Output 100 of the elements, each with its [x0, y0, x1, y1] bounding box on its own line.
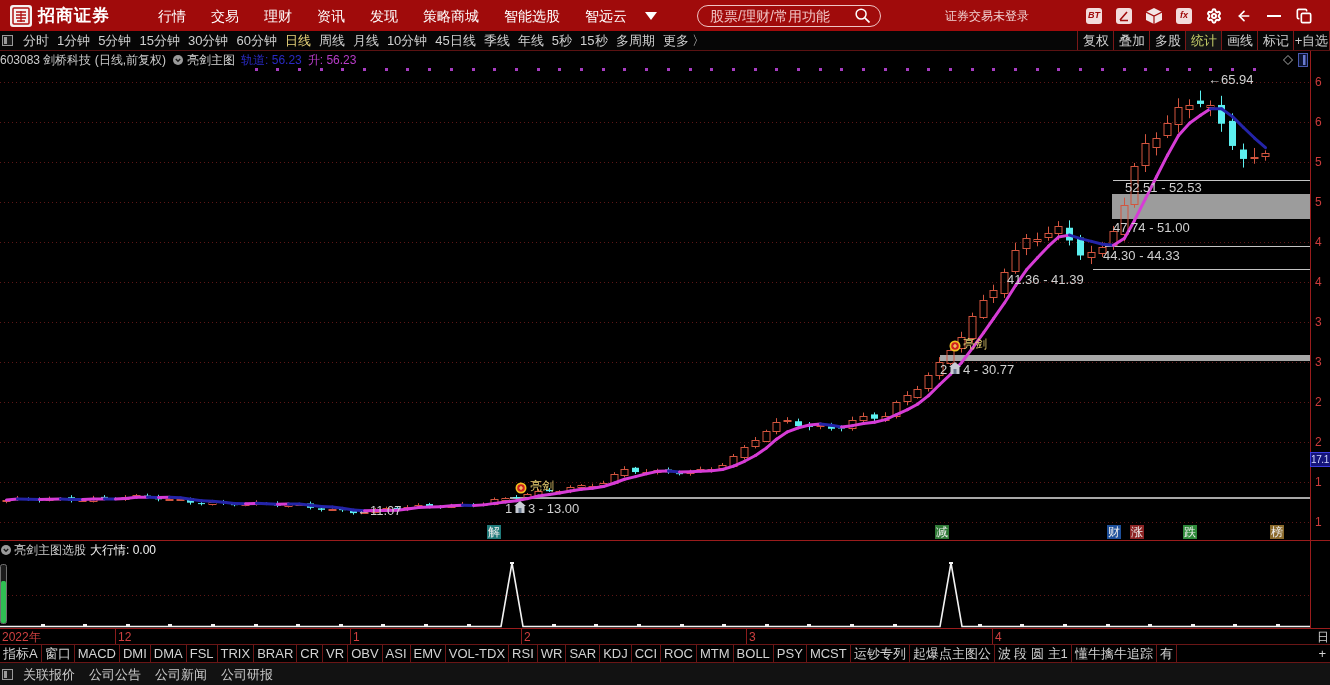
date-label: 2022年: [2, 630, 41, 644]
indicator-tab[interactable]: DMA: [150, 645, 187, 662]
period-tab[interactable]: 5分钟: [98, 34, 132, 47]
period-tab[interactable]: 月线: [352, 34, 379, 47]
gauge-icon: [0, 564, 7, 624]
panel-toggle-icon[interactable]: [1298, 52, 1308, 67]
chart-tool-tab[interactable]: 画线: [1222, 31, 1258, 50]
indicator-tab[interactable]: SAR: [566, 645, 601, 662]
indicator-tab[interactable]: 起爆点主图公: [909, 645, 995, 662]
period-tab[interactable]: 年线: [517, 34, 544, 47]
period-tab[interactable]: 15分钟: [139, 34, 180, 47]
indicator-tab[interactable]: 窗口: [41, 645, 75, 662]
diamond-icon[interactable]: [1283, 54, 1293, 65]
indicator-tab[interactable]: 波 段 圆 主1: [994, 645, 1072, 662]
panel-toggle-icon[interactable]: [2, 35, 13, 46]
info-link[interactable]: 公司新闻: [155, 667, 207, 681]
chart-tool-tab[interactable]: 标记: [1258, 31, 1294, 50]
tile-button[interactable]: BT: [1086, 7, 1102, 24]
signal-label: 3 - 13.00: [528, 502, 580, 515]
indicator-tab[interactable]: MACD: [74, 645, 120, 662]
event-tag: 财: [1107, 525, 1121, 539]
period-tab[interactable]: 30分钟: [187, 34, 229, 47]
pen-button[interactable]: [1116, 7, 1132, 24]
menu-item[interactable]: 理财: [264, 8, 292, 23]
signal-tag: 亮剑: [530, 480, 554, 493]
restore-button[interactable]: [1296, 7, 1312, 24]
indicator-tab[interactable]: BRAR: [254, 645, 298, 662]
period-tab[interactable]: 15秒: [580, 34, 608, 47]
house-icon: [514, 501, 526, 513]
indicator-tab[interactable]: 有: [1156, 645, 1177, 662]
indicator-tab[interactable]: WR: [537, 645, 567, 662]
indicator-tab[interactable]: FSL: [186, 645, 218, 662]
indicator-tab[interactable]: VR: [323, 645, 349, 662]
menu-item[interactable]: 智远云: [585, 8, 627, 23]
add-tab-button[interactable]: +: [1316, 645, 1328, 662]
indicator-tab[interactable]: VOL-TDX: [445, 645, 510, 662]
indicator-reading: 大行情: 0.00: [90, 543, 157, 556]
collapse-icon[interactable]: [173, 54, 184, 65]
axis-label: 3: [1314, 354, 1323, 370]
indicator-tab[interactable]: 运钞专列: [850, 645, 910, 662]
period-tab[interactable]: 60分钟: [236, 34, 277, 47]
collapse-icon[interactable]: [1, 544, 11, 555]
signal-label: 1: [505, 502, 513, 515]
indicator-tab[interactable]: TRIX: [217, 645, 255, 662]
period-tab[interactable]: 1分钟: [57, 34, 91, 47]
chart-tool-tab[interactable]: 叠加: [1114, 31, 1150, 50]
period-tab[interactable]: 分时: [23, 34, 49, 47]
axis-label: 6: [1314, 114, 1323, 130]
axis-label: 3: [1314, 314, 1323, 330]
indicator-value: 轨道: 56.23: [241, 53, 302, 66]
indicator-tab[interactable]: 懂牛擒牛追踪: [1071, 645, 1157, 662]
period-tab[interactable]: 更多 〉: [662, 34, 706, 47]
indicator-tab[interactable]: PSY: [773, 645, 807, 662]
search-icon: [855, 8, 870, 23]
indicator-tab[interactable]: DMI: [119, 645, 151, 662]
signal-label: 4 - 30.77: [963, 363, 1015, 376]
info-link[interactable]: 关联报价: [23, 667, 75, 681]
indicator-tab[interactable]: MTM: [697, 645, 734, 662]
indicator-tab[interactable]: MCST: [806, 645, 851, 662]
caret-icon: [645, 11, 657, 20]
period-tab[interactable]: 45日线: [435, 34, 476, 47]
high-price-label: ←65.94: [1208, 73, 1254, 86]
menu-item[interactable]: 策略商城: [423, 8, 479, 23]
indicator-value: 升: 56.23: [307, 53, 357, 66]
menu-item[interactable]: 发现: [370, 8, 398, 23]
info-link[interactable]: 公司研报: [221, 667, 273, 681]
indicator-tab[interactable]: ASI: [382, 645, 411, 662]
panel-toggle-icon[interactable]: [2, 668, 13, 680]
period-tab[interactable]: 多周期: [615, 34, 655, 47]
cube-button[interactable]: [1146, 7, 1162, 24]
axis-label: 4: [1314, 274, 1323, 290]
period-tab[interactable]: 10分钟: [386, 34, 428, 47]
period-tab[interactable]: 周线: [318, 34, 345, 47]
indicator-tab[interactable]: CR: [297, 645, 324, 662]
indicator-tab[interactable]: OBV: [348, 645, 383, 662]
period-tab[interactable]: 5秒: [551, 34, 573, 47]
menu-item[interactable]: 行情: [158, 8, 186, 23]
menu-item[interactable]: 智能选股: [504, 8, 560, 23]
settings-button[interactable]: [1206, 7, 1222, 24]
event-tag: 榜: [1270, 525, 1284, 539]
indicator-tab[interactable]: 指标A: [0, 645, 42, 662]
chart-tool-tab[interactable]: 复权: [1078, 31, 1114, 50]
indicator-tab[interactable]: EMV: [410, 645, 446, 662]
indicator-tab[interactable]: RSI: [509, 645, 538, 662]
date-label: 3: [749, 630, 756, 644]
period-tab[interactable]: 日线: [284, 34, 311, 47]
menu-item[interactable]: 资讯: [317, 8, 345, 23]
period-tab[interactable]: 季线: [483, 34, 510, 47]
indicator-tab[interactable]: BOLL: [733, 645, 774, 662]
indicator-tab[interactable]: KDJ: [600, 645, 632, 662]
indicator-tab[interactable]: ROC: [661, 645, 697, 662]
chart-tool-tab[interactable]: +自选: [1294, 31, 1330, 50]
date-label: 12: [118, 630, 132, 644]
indicator-tab[interactable]: CCI: [631, 645, 662, 662]
login-status: 证券交易未登录: [945, 7, 1029, 25]
chart-tool-tab[interactable]: 统计: [1186, 31, 1222, 50]
more-menu-button[interactable]: [645, 10, 657, 21]
tile-button[interactable]: fx: [1176, 7, 1192, 24]
info-link[interactable]: 公司公告: [89, 667, 141, 681]
menu-item[interactable]: 交易: [211, 8, 239, 23]
